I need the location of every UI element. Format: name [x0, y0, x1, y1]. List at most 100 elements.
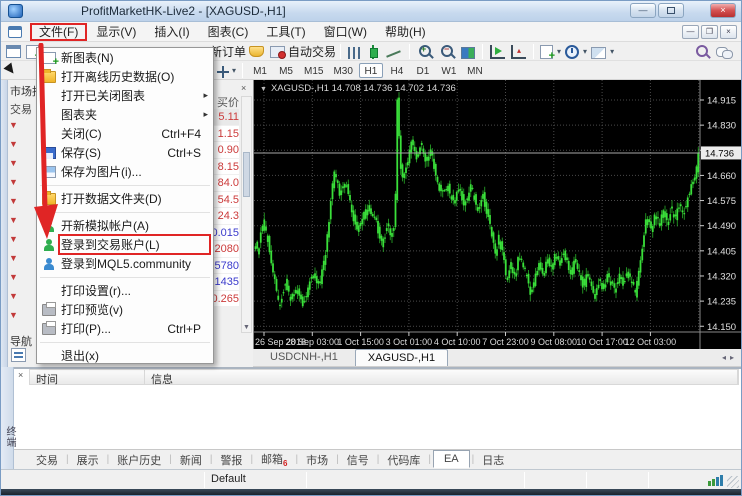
periods-dropdown-caret[interactable]: ▾ [583, 47, 587, 56]
file-menu-item[interactable]: 打印设置(r)... [37, 281, 213, 300]
file-menu-item[interactable]: 开新模拟帐户(A) [37, 216, 213, 235]
chart-shift-icon[interactable]: ▴ [511, 45, 526, 59]
file-menu-item[interactable]: 打开离线历史数据(O) [37, 67, 213, 86]
file-menu-item[interactable]: 新图表(N) [37, 48, 213, 67]
tab-scroll-arrows[interactable]: ◂▸ [722, 353, 738, 362]
new-chart-icon [37, 52, 61, 64]
terminal-close-icon[interactable]: × [18, 370, 23, 380]
auto-scroll-icon[interactable] [490, 45, 505, 59]
terminal-tab-3[interactable]: 新闻 [174, 450, 208, 470]
file-menu-item[interactable]: 打开已关闭图表▸ [37, 86, 213, 105]
market-watch-scrollbar[interactable]: ▼ [241, 96, 252, 333]
terminal-tab-0[interactable]: 交易 [30, 450, 64, 470]
scrollbar-down-icon[interactable]: ▼ [243, 324, 250, 331]
navigator-icon[interactable] [11, 348, 26, 362]
terminal-tab-8[interactable]: 代码库 [381, 450, 426, 470]
terminal-tab-ea[interactable]: EA [433, 450, 470, 468]
terminal-tab-1[interactable]: 展示 [71, 450, 105, 470]
timeframe-button-h4[interactable]: H4 [385, 63, 409, 78]
bid-price-value: 8.15 [218, 161, 239, 173]
autotrading-icon[interactable] [270, 46, 285, 58]
terminal-tab-4[interactable]: 警报 [214, 450, 248, 470]
market-watch-close-icon[interactable]: × [241, 83, 246, 93]
file-menu-item[interactable]: 关闭(C)Ctrl+F4 [37, 124, 213, 143]
terminal-side-tab[interactable] [1, 367, 14, 469]
status-bar: Default [1, 469, 741, 489]
scrollbar-thumb[interactable] [243, 152, 250, 197]
indicators-icon[interactable] [540, 45, 553, 59]
tile-windows-icon[interactable] [461, 47, 475, 59]
chart-tab-xagusdh1[interactable]: XAGUSD-,H1 [355, 349, 448, 366]
candlestick-chart-icon[interactable] [367, 45, 380, 59]
timeframe-button-h1[interactable]: H1 [359, 63, 383, 78]
timeframe-button-m1[interactable]: M1 [248, 63, 272, 78]
chart-area[interactable]: 14.91514.83014.66014.57514.49014.40514.3… [253, 80, 742, 349]
templates-icon[interactable] [591, 47, 606, 59]
child-close-button[interactable]: × [720, 25, 737, 39]
menu-item-label: 打开离线历史数据(O) [61, 68, 213, 85]
terminal-tab-2[interactable]: 账户历史 [111, 450, 167, 470]
time-column-header[interactable]: 时间 [30, 370, 145, 384]
timeframe-button-d1[interactable]: D1 [411, 63, 435, 78]
file-menu-item[interactable]: 保存(S)Ctrl+S [37, 143, 213, 162]
minimize-button[interactable]: — [630, 3, 656, 18]
bar-chart-icon[interactable] [348, 47, 361, 59]
chart-tab-usdcnhh1[interactable]: USDCNH-,H1 [257, 348, 351, 366]
price-down-arrow-icon: ▼ [9, 116, 23, 135]
terminal-tab-5[interactable]: 邮箱6 [255, 449, 293, 470]
menu-item-6[interactable]: 帮助(H) [376, 23, 435, 41]
file-menu-item[interactable]: 打开数据文件夹(D) [37, 189, 213, 208]
menu-item-5[interactable]: 窗口(W) [315, 23, 376, 41]
terminal-tab-10[interactable]: 日志 [476, 450, 510, 470]
file-menu-item[interactable]: 打印(P)...Ctrl+P [37, 319, 213, 338]
terminal-tab-7[interactable]: 信号 [341, 450, 375, 470]
maximize-button[interactable] [658, 3, 684, 18]
chart-tab-bar: USDCNH-,H1XAGUSD-,H1 ◂▸ [253, 349, 742, 367]
menu-item-1[interactable]: 显示(V) [87, 23, 145, 41]
bid-price-value: 1435 [215, 276, 239, 288]
drawing-dropdown-caret[interactable]: ▾ [232, 66, 236, 75]
cursor-pointer-icon[interactable] [3, 62, 20, 80]
timeframe-button-mn[interactable]: MN [463, 63, 487, 78]
window-bottom-edge [1, 489, 741, 496]
file-menu-item[interactable]: 登录到MQL5.community [37, 254, 213, 273]
svg-text:14.405: 14.405 [707, 246, 736, 257]
child-restore-button[interactable]: ❐ [701, 25, 718, 39]
line-chart-icon[interactable] [386, 47, 402, 59]
menu-item-3[interactable]: 图表(C) [199, 23, 258, 41]
templates-dropdown-caret[interactable]: ▾ [610, 47, 614, 56]
close-button[interactable]: × [710, 3, 736, 18]
new-chart-window-icon[interactable] [6, 45, 21, 58]
chat-icon[interactable] [716, 47, 732, 59]
file-menu-item[interactable]: 保存为图片(i)... [37, 162, 213, 181]
market-icon[interactable] [249, 46, 264, 57]
zoom-in-icon[interactable]: + [417, 44, 433, 60]
child-minimize-button[interactable]: — [682, 25, 699, 39]
zoom-out-icon[interactable]: − [439, 44, 455, 60]
new-order-button[interactable]: 新订单 [210, 43, 246, 60]
symbol-direction-arrows: ▼▼▼▼▼▼▼▼▼▼▼ [9, 116, 23, 325]
timeframe-button-m15[interactable]: M15 [300, 63, 327, 78]
svg-text:14.736: 14.736 [705, 149, 734, 160]
file-menu-item[interactable]: 图表夹▸ [37, 105, 213, 124]
chart-window-icon[interactable] [8, 26, 22, 38]
indicators-dropdown-caret[interactable]: ▾ [557, 47, 561, 56]
file-menu-item[interactable]: 打印预览(v) [37, 300, 213, 319]
autotrading-button[interactable]: 自动交易 [288, 43, 336, 60]
terminal-tab-6[interactable]: 市场 [300, 450, 334, 470]
crosshair-icon[interactable] [217, 66, 229, 78]
search-icon[interactable] [694, 44, 710, 60]
file-menu-item[interactable]: 退出(x) [37, 346, 213, 365]
timeframe-button-m5[interactable]: M5 [274, 63, 298, 78]
market-watch-symbols-tab[interactable]: 交易品种 [10, 101, 32, 117]
file-menu-item[interactable]: 登录到交易账户(L) [37, 235, 213, 254]
menu-item-2[interactable]: 插入(I) [145, 23, 198, 41]
timeframe-button-m30[interactable]: M30 [329, 63, 356, 78]
menu-item-4[interactable]: 工具(T) [257, 23, 314, 41]
message-column-header[interactable]: 信息 [145, 370, 738, 384]
periods-icon[interactable] [565, 45, 579, 59]
resize-grip[interactable] [727, 476, 739, 488]
menu-item-file[interactable]: 文件(F) [30, 23, 87, 41]
chart-collapse-icon[interactable]: ▼ [260, 86, 267, 93]
timeframe-button-w1[interactable]: W1 [437, 63, 461, 78]
